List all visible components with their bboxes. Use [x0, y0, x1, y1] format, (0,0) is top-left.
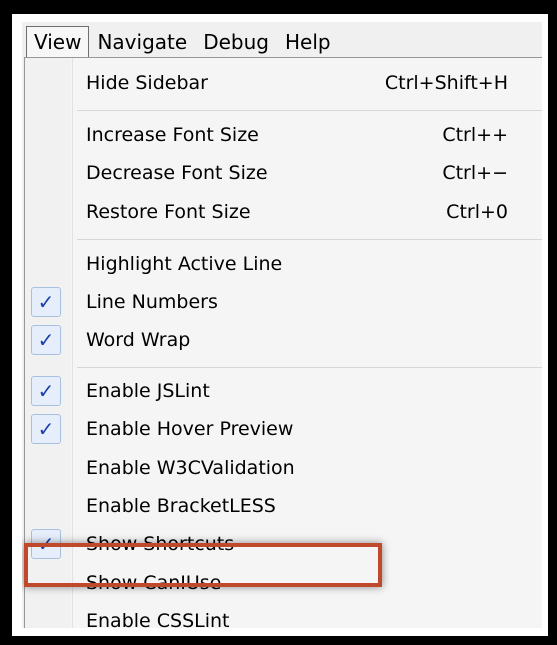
menu-item-enable-w3cvalidation[interactable]: Enable W3CValidation — [25, 451, 542, 487]
menu-debug[interactable]: Debug — [195, 27, 277, 57]
screenshot-frame: View Navigate Debug Help Hide Sidebar Ct… — [12, 14, 548, 636]
menu-item-label: Highlight Active Line — [86, 253, 283, 275]
menu-item-restore-font-size[interactable]: Restore Font Size Ctrl+0 — [25, 195, 542, 231]
menu-item-enable-hover-preview[interactable]: ✓ Enable Hover Preview — [25, 412, 542, 448]
menu-item-enable-jslint[interactable]: ✓ Enable JSLint — [25, 374, 542, 410]
menu-item-shortcut: Ctrl+0 — [446, 201, 508, 223]
checkmark-icon: ✓ — [31, 376, 61, 406]
menu-item-label: Enable CSSLint — [86, 610, 230, 628]
menu-item-shortcut: Ctrl+− — [442, 162, 508, 184]
menu-item-shortcut: Ctrl++ — [442, 124, 508, 146]
menu-item-shortcut: Ctrl+Shift+H — [384, 72, 508, 94]
menu-view[interactable]: View — [26, 26, 90, 58]
checkmark-icon: ✓ — [31, 287, 61, 317]
menu-item-label: Enable W3CValidation — [86, 457, 295, 479]
menu-item-enable-bracketless[interactable]: Enable BracketLESS — [25, 489, 542, 525]
menu-item-word-wrap[interactable]: ✓ Word Wrap — [25, 323, 542, 359]
menu-item-label: Restore Font Size — [86, 201, 251, 223]
menu-item-enable-csslint[interactable]: Enable CSSLint — [25, 604, 542, 628]
checkmark-icon: ✓ — [31, 325, 61, 355]
menu-separator — [77, 367, 542, 368]
menu-item-increase-font-size[interactable]: Increase Font Size Ctrl++ — [25, 118, 542, 154]
menu-item-label: Line Numbers — [86, 291, 218, 313]
menu-item-decrease-font-size[interactable]: Decrease Font Size Ctrl+− — [25, 156, 542, 192]
menu-item-highlight-active-line[interactable]: Highlight Active Line — [25, 247, 542, 283]
annotation-highlight-box — [24, 543, 382, 587]
menu-separator — [77, 239, 542, 240]
menu-item-label: Increase Font Size — [86, 124, 259, 146]
menu-bar: View Navigate Debug Help — [22, 22, 542, 62]
menu-item-label: Enable Hover Preview — [86, 418, 294, 440]
menu-item-label: Enable JSLint — [86, 380, 210, 402]
menu-navigate[interactable]: Navigate — [89, 27, 195, 57]
menu-item-line-numbers[interactable]: ✓ Line Numbers — [25, 285, 542, 321]
menu-item-hide-sidebar[interactable]: Hide Sidebar Ctrl+Shift+H — [25, 66, 542, 102]
menu-separator — [77, 110, 542, 111]
menu-item-label: Enable BracketLESS — [86, 495, 276, 517]
app-window: View Navigate Debug Help Hide Sidebar Ct… — [22, 22, 542, 628]
menu-help[interactable]: Help — [277, 27, 339, 57]
menu-item-label: Decrease Font Size — [86, 162, 268, 184]
menu-item-label: Hide Sidebar — [86, 72, 208, 94]
checkmark-icon: ✓ — [31, 414, 61, 444]
menu-item-label: Word Wrap — [86, 329, 191, 351]
